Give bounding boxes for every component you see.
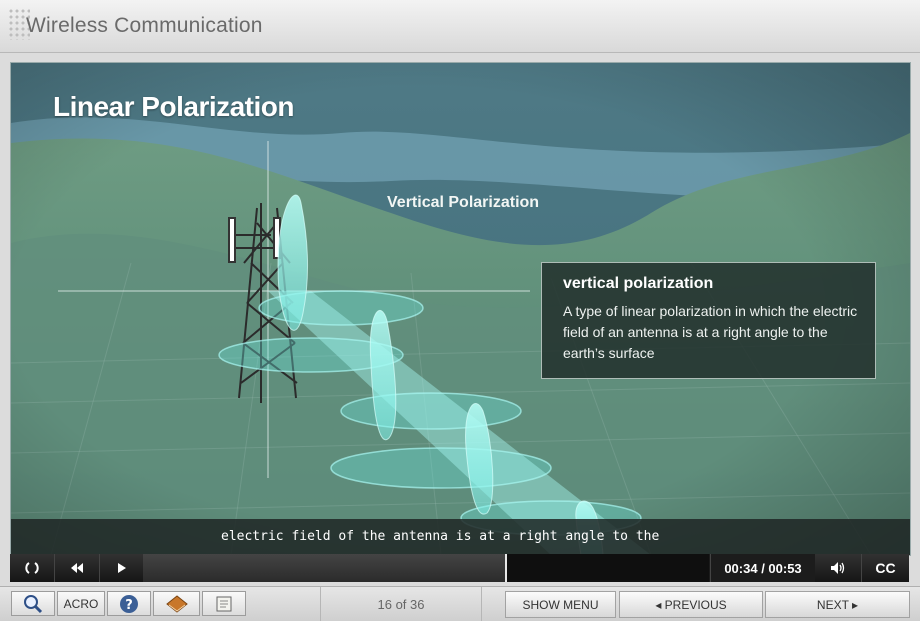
cc-button[interactable]: CC — [862, 554, 909, 582]
transcript-button[interactable] — [202, 591, 246, 616]
glossary-button[interactable] — [11, 591, 55, 616]
time-display: 00:34 / 00:53 — [710, 554, 816, 582]
show-menu-button[interactable]: SHOW MENU — [505, 591, 616, 618]
replay-button[interactable] — [10, 554, 55, 582]
slide-stage: Linear Polarization Vertical Polarizatio… — [10, 62, 911, 556]
help-button[interactable]: ? — [107, 591, 151, 616]
bottom-toolbar: ACRO ? 16 of 36 SHOW MENU ◂ PREVIOUS NEX… — [0, 586, 920, 621]
definition-box: vertical polarization A type of linear p… — [541, 262, 876, 379]
replay-icon — [25, 562, 39, 574]
scroll-icon — [216, 596, 232, 611]
next-button[interactable]: NEXT ▸ — [765, 591, 910, 618]
magnifier-icon — [24, 594, 43, 613]
resources-button[interactable] — [153, 591, 200, 616]
play-icon — [117, 563, 126, 573]
seek-progress — [143, 554, 506, 582]
acronyms-button[interactable]: ACRO — [57, 591, 105, 616]
svg-text:?: ? — [125, 598, 133, 613]
slide-title: Linear Polarization — [53, 91, 295, 122]
caption-text: electric field of the antenna is at a ri… — [221, 529, 660, 544]
app-title: Wireless Communication — [26, 14, 263, 37]
seek-bar[interactable] — [143, 554, 709, 582]
definition-text: A type of linear polarization in which t… — [563, 303, 858, 361]
closed-caption: electric field of the antenna is at a ri… — [11, 519, 910, 555]
rewind-icon — [71, 563, 83, 573]
volume-button[interactable] — [815, 554, 862, 582]
page-indicator: 16 of 36 — [320, 587, 482, 621]
diagram-label: Vertical Polarization — [387, 194, 540, 211]
play-button[interactable] — [100, 554, 144, 582]
definition-term: vertical polarization — [563, 275, 714, 292]
book-icon — [165, 594, 188, 613]
player-controls: 00:34 / 00:53 CC — [10, 554, 909, 582]
help-icon: ? — [120, 594, 138, 613]
title-bar: Wireless Communication — [0, 0, 920, 53]
previous-button[interactable]: ◂ PREVIOUS — [619, 591, 763, 618]
seek-handle[interactable] — [505, 554, 508, 582]
volume-icon — [831, 562, 845, 574]
rewind-button[interactable] — [55, 554, 100, 582]
